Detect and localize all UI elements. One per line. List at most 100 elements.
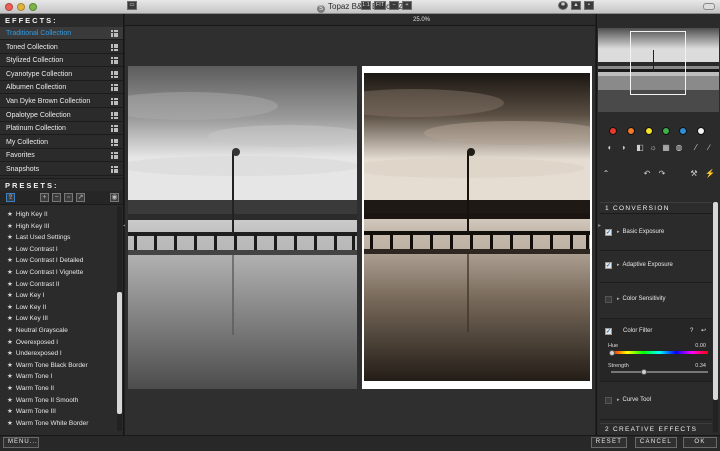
collection-item-traditional[interactable]: Traditional Collection (0, 27, 123, 40)
collection-item-snapshots[interactable]: Snapshots (0, 163, 123, 176)
reset-filter-icon[interactable]: ↩ (701, 327, 706, 334)
brightness-icon[interactable]: ☼ (649, 144, 657, 152)
color-sensitivity-checkbox[interactable] (605, 296, 612, 303)
collapse-up-icon[interactable]: ⌃ (602, 170, 610, 178)
star-icon[interactable]: ★ (7, 385, 13, 392)
preset-item[interactable]: ★ High Key III (0, 221, 116, 233)
hue-slider-track[interactable] (611, 351, 708, 354)
zoom-fit-button[interactable]: FIT (374, 1, 386, 10)
preset-scrollbar-thumb[interactable] (117, 292, 122, 414)
camera-icon[interactable]: ◉ (110, 193, 119, 202)
expand-arrow-icon[interactable]: ▸ (617, 397, 620, 403)
star-icon[interactable]: ★ (7, 315, 13, 322)
eraser-icon[interactable]: ∕ (705, 144, 713, 152)
delete-preset-icon[interactable]: − (52, 193, 61, 202)
grid-icon[interactable] (111, 152, 118, 160)
preset-item[interactable]: ★ Last Used Settings (0, 232, 116, 244)
curve-tool-row[interactable]: ▸ Curve Tool (600, 382, 712, 420)
preset-item[interactable]: ★ Warm Tone II (0, 383, 116, 395)
save-preset-icon[interactable]: ▫ (64, 193, 73, 202)
ok-button[interactable]: OK (683, 437, 717, 448)
preset-item[interactable]: ★ Low Contrast I (0, 244, 116, 256)
adaptive-exposure-row[interactable]: ✓ ▸ Adaptive Exposure (600, 251, 712, 283)
blue-swatch[interactable] (679, 127, 687, 135)
navigator-viewport-box[interactable] (630, 31, 686, 95)
preset-item[interactable]: ★ Warm Tone III (0, 406, 116, 418)
original-photo[interactable] (128, 66, 357, 389)
grid-icon[interactable] (111, 57, 118, 65)
green-swatch[interactable] (662, 127, 670, 135)
expand-arrow-icon[interactable]: ▸ (617, 296, 620, 302)
collection-item-my-collection[interactable]: My Collection (0, 136, 123, 149)
zoom-in-icon[interactable]: + (402, 1, 412, 10)
star-icon[interactable]: ★ (7, 292, 13, 299)
grid-icon[interactable] (111, 30, 118, 37)
preset-item[interactable]: ★ Warm Tone Black Border (0, 360, 116, 372)
zoom-out-icon[interactable]: − (389, 1, 399, 10)
help-icon[interactable]: ? (690, 328, 693, 334)
color-sensitivity-row[interactable]: ▸ Color Sensitivity (600, 283, 712, 319)
collection-item-stylized[interactable]: Stylized Collection (0, 54, 123, 68)
import-icon[interactable]: ⇪ (6, 193, 15, 202)
collapse-right-icon[interactable]: ▸ (598, 222, 603, 230)
expand-arrow-icon[interactable]: ▸ (617, 262, 620, 268)
add-preset-icon[interactable]: + (40, 193, 49, 202)
layout-icon[interactable]: ▪ (584, 1, 594, 10)
grid-icon[interactable] (111, 84, 118, 92)
detail-icon[interactable]: ▦ (662, 144, 670, 152)
star-icon[interactable]: ★ (7, 339, 13, 346)
white-swatch[interactable] (697, 127, 705, 135)
contrast-icon[interactable]: ◧ (636, 144, 644, 152)
preset-item[interactable]: ★ Low Contrast I Detailed (0, 255, 116, 267)
magic-wand-icon[interactable]: ⚡ (705, 170, 715, 178)
collection-item-platinum[interactable]: Platinum Collection (0, 122, 123, 136)
preset-item[interactable]: ★ Low Contrast II (0, 279, 116, 291)
preset-item[interactable]: ★ Neutral Grayscale (0, 325, 116, 337)
upload-icon[interactable]: ▲ (571, 1, 581, 10)
star-icon[interactable]: ★ (7, 350, 13, 357)
collection-item-cyanotype[interactable]: Cyanotype Collection (0, 68, 123, 81)
star-icon[interactable]: ★ (7, 211, 13, 218)
preset-item[interactable]: ★ Warm Tone II Smooth (0, 395, 116, 407)
star-icon[interactable]: ★ (7, 234, 13, 241)
reset-button[interactable]: RESET (591, 437, 627, 448)
undo-icon[interactable]: ↶ (643, 170, 651, 178)
section-header-conversion[interactable]: 1 CONVERSION (600, 202, 712, 214)
star-icon[interactable]: ★ (7, 327, 13, 334)
brush-icon[interactable]: ⁄ (692, 144, 700, 152)
star-icon[interactable]: ★ (7, 362, 13, 369)
collection-item-toned[interactable]: Toned Collection (0, 41, 123, 54)
preview-photo[interactable] (364, 73, 590, 381)
grid-icon[interactable] (111, 98, 118, 105)
collection-item-van-dyke-brown[interactable]: Van Dyke Brown Collection (0, 95, 123, 108)
yellow-swatch[interactable] (645, 127, 653, 135)
preset-item[interactable]: ★ Warm Tone I (0, 371, 116, 383)
star-icon[interactable]: ★ (7, 246, 13, 253)
collection-item-opalotype[interactable]: Opalotype Collection (0, 109, 123, 122)
basic-exposure-row[interactable]: ✓ ▸ Basic Exposure (600, 215, 712, 251)
dodge-icon[interactable]: ◐ (606, 144, 614, 152)
export-preset-icon[interactable]: ↗ (76, 193, 85, 202)
red-swatch[interactable] (609, 127, 617, 135)
star-icon[interactable]: ★ (7, 304, 13, 311)
cancel-button[interactable]: CANCEL (635, 437, 677, 448)
burn-icon[interactable]: ◑ (619, 144, 627, 152)
star-icon[interactable]: ★ (7, 257, 13, 264)
star-icon[interactable]: ★ (7, 408, 13, 415)
star-icon[interactable]: ★ (7, 420, 13, 427)
preset-item[interactable]: ★ Low Key I (0, 290, 116, 302)
color-filter-checkbox[interactable]: ✓ (605, 328, 612, 335)
section-header-creative-effects[interactable]: 2 CREATIVE EFFECTS (600, 423, 712, 435)
star-icon[interactable]: ★ (7, 281, 13, 288)
strength-slider-thumb[interactable] (641, 369, 647, 375)
curve-tool-checkbox[interactable] (605, 397, 612, 404)
wrench-icon[interactable]: ⚒ (690, 170, 698, 178)
orange-swatch[interactable] (627, 127, 635, 135)
grid-icon[interactable] (111, 70, 118, 78)
menu-button[interactable]: MENU... (3, 437, 39, 448)
hue-slider-thumb[interactable] (609, 349, 615, 356)
redo-icon[interactable]: ↷ (658, 170, 666, 178)
collection-item-favorites[interactable]: Favorites (0, 149, 123, 163)
star-icon[interactable]: ★ (7, 373, 13, 380)
view-mode-icon[interactable]: ▭ (127, 1, 137, 10)
